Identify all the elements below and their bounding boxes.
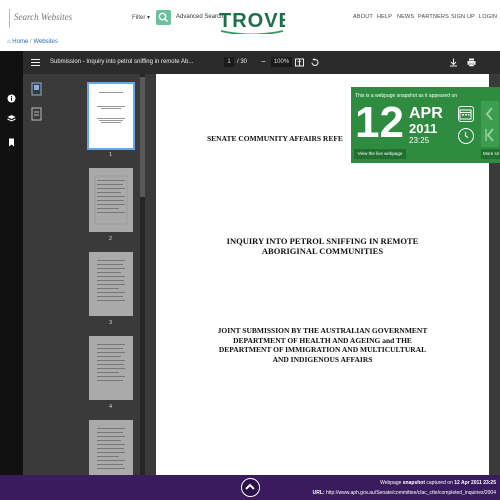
capture-snapshot-word: snapshot [402, 480, 426, 486]
caret-down-icon: ▾ [147, 15, 151, 21]
rotate-icon[interactable] [310, 58, 319, 67]
page-thumbnail[interactable] [87, 82, 135, 150]
collapse-footer-button[interactable] [241, 478, 260, 497]
trove-logo[interactable]: TROVE [219, 8, 285, 34]
thumbnail-sidebar: 1 2 3 4 [23, 74, 147, 475]
search-icon [158, 12, 169, 23]
bookmark-icon[interactable] [7, 138, 16, 147]
layers-icon[interactable] [7, 114, 16, 123]
capture-url: URL: http://www.aph.gov.au/Senate/commit… [313, 490, 496, 496]
clock-icon[interactable] [458, 128, 474, 144]
breadcrumb-home[interactable]: Home [12, 39, 28, 45]
menu-icon[interactable] [31, 58, 40, 67]
snapshot-time: 23:25 [409, 136, 430, 145]
outline-tab-icon[interactable] [31, 107, 42, 121]
capture-info: Webpage snapshot captured on 12 Apr 2011… [380, 480, 496, 486]
thumbnail-preview [97, 428, 125, 469]
thumbnail-preview [94, 175, 128, 225]
submission-line-1: JOINT SUBMISSION BY THE AUSTRALIAN GOVER… [217, 326, 428, 335]
more-snapshots-button[interactable]: More sn [481, 149, 500, 159]
nav-help[interactable]: HELP [377, 14, 392, 20]
calendar-icon[interactable] [458, 106, 474, 122]
book-view-icon[interactable] [295, 58, 304, 67]
thumbnail-preview [97, 344, 125, 381]
view-live-webpage-button[interactable]: View the live webpage [354, 149, 406, 159]
nav-partners[interactable]: PARTNERS [418, 14, 449, 20]
first-snapshot-button[interactable] [481, 123, 499, 147]
snapshot-year: 2011 [409, 121, 438, 136]
search-button[interactable] [156, 10, 171, 25]
capture-mid: captured on [425, 480, 455, 486]
print-icon[interactable] [467, 58, 476, 67]
page-heading-submission: JOINT SUBMISSION BY THE AUSTRALIAN GOVER… [156, 326, 489, 364]
page-thumbnail[interactable] [89, 336, 133, 400]
filter-dropdown[interactable]: Filter ▾ [132, 14, 150, 21]
breadcrumb: ⌂ Home / Websites [7, 39, 58, 45]
chevron-up-icon [245, 483, 255, 490]
search-input[interactable] [14, 12, 114, 22]
thumbnails-tab-icon[interactable] [31, 82, 42, 96]
zoom-out-button[interactable]: − [261, 57, 266, 66]
thumbnail-number: 2 [109, 236, 113, 242]
svg-text:TROVE: TROVE [219, 10, 285, 32]
first-page-icon [485, 128, 494, 142]
nav-sign-up[interactable]: SIGN UP [451, 14, 475, 20]
submission-line-4: AND INDIGENOUS AFFAIRS [272, 354, 373, 364]
thumbnail-preview [97, 92, 125, 123]
inquiry-line-1: INQUIRY INTO PETROL SNIFFING IN REMOTE [226, 236, 419, 246]
thumbnail-number: 1 [109, 152, 113, 158]
submission-line-2: DEPARTMENT OF HEALTH AND AGEING and THE [233, 335, 412, 345]
thumbnail-number: 4 [109, 404, 113, 410]
nav-login[interactable]: LOGIN [479, 14, 497, 20]
left-rail [0, 51, 23, 475]
info-icon[interactable] [7, 94, 16, 103]
site-header: Filter ▾ Advanced Search TROVE ABOUT HEL… [0, 0, 500, 36]
page-thumbnail[interactable] [89, 168, 133, 232]
snapshot-day: 12 [355, 98, 404, 147]
thumbnail-number: 3 [109, 320, 113, 326]
capture-date: 12 Apr 2011 23:25 [454, 480, 496, 486]
page-total: / 30 [237, 59, 248, 65]
url-value[interactable]: http://www.aph.gov.au/Senate/committee/c… [326, 490, 496, 496]
nav-news[interactable]: NEWS [397, 14, 414, 20]
capture-prefix: Webpage [380, 480, 403, 486]
breadcrumb-websites[interactable]: Websites [33, 39, 58, 45]
viewer-toolbar: Submission - Inquiry into petrol sniffin… [23, 51, 500, 74]
submission-line-3: DEPARTMENT OF IMMIGRATION AND MULTICULTU… [218, 345, 427, 354]
url-label: URL: [312, 490, 325, 496]
download-icon[interactable] [449, 58, 458, 67]
inquiry-line-2: ABORIGINAL COMMUNITIES [261, 246, 384, 256]
advanced-search-link[interactable]: Advanced Search [176, 14, 223, 20]
page-heading-inquiry: INQUIRY INTO PETROL SNIFFING IN REMOTE A… [156, 236, 489, 256]
page-number-input[interactable]: 1 [224, 57, 234, 67]
sidebar-scrollbar-thumb[interactable] [140, 77, 145, 197]
breadcrumb-separator: / [29, 39, 32, 45]
document-title: Submission - Inquiry into petrol sniffin… [50, 59, 194, 65]
zoom-level[interactable]: 100% [271, 57, 292, 67]
page-thumbnail[interactable] [89, 252, 133, 316]
page-thumbnail[interactable] [89, 420, 133, 475]
filter-label: Filter [132, 15, 146, 21]
nav-about[interactable]: ABOUT [353, 14, 373, 20]
thumbnail-preview [97, 260, 125, 301]
home-icon[interactable]: ⌂ [7, 39, 11, 45]
